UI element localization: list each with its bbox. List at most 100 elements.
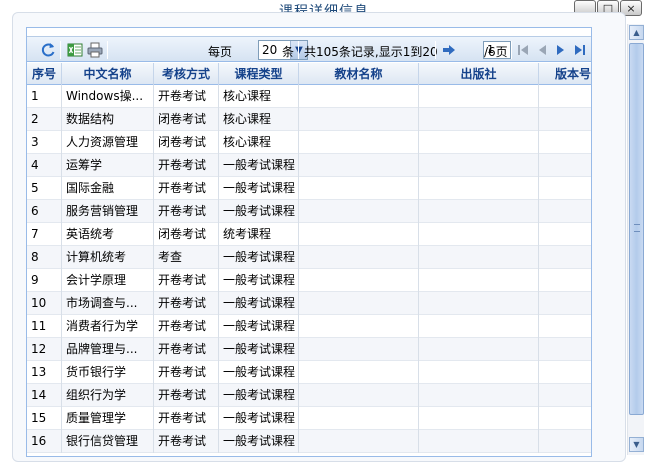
- table-row[interactable]: 4 运筹学 开卷考试 一般考试课程: [27, 154, 591, 177]
- table-cell: 4: [27, 154, 62, 177]
- column-header[interactable]: 教材名称: [299, 63, 419, 85]
- table-row[interactable]: 14 组织行为学 开卷考试 一般考试课程: [27, 384, 591, 407]
- vertical-scrollbar[interactable]: ▲ ▼: [627, 24, 644, 455]
- table-cell: 一般考试课程: [219, 292, 299, 315]
- column-header[interactable]: 出版社: [419, 63, 539, 85]
- scroll-thumb[interactable]: [629, 43, 644, 415]
- table-row[interactable]: 8 计算机统考 考查 一般考试课程: [27, 246, 591, 269]
- table-cell: [299, 246, 419, 269]
- total-pages-label: /6页: [484, 45, 508, 59]
- table-cell: 会计学原理: [62, 269, 154, 292]
- table-cell: 开卷考试: [154, 177, 219, 200]
- table-cell: 开卷考试: [154, 384, 219, 407]
- table-cell: [299, 85, 419, 108]
- table-cell: 闭卷考试: [154, 108, 219, 131]
- table-row[interactable]: 9 会计学原理 开卷考试 一般考试课程: [27, 269, 591, 292]
- table-cell: 核心课程: [219, 131, 299, 154]
- table-cell: [299, 384, 419, 407]
- table-cell: 5: [27, 177, 62, 200]
- column-header[interactable]: 考核方式: [154, 63, 219, 85]
- toolbar-separator: [107, 41, 108, 59]
- prev-page-icon[interactable]: [535, 42, 549, 58]
- table-cell: [299, 269, 419, 292]
- table-row[interactable]: 11 消费者行为学 开卷考试 一般考试课程: [27, 315, 591, 338]
- table-row[interactable]: 1 Windows操... 开卷考试 核心课程: [27, 85, 591, 108]
- table-cell: [299, 108, 419, 131]
- table-cell: 16: [27, 430, 62, 453]
- table-cell: [299, 315, 419, 338]
- column-header[interactable]: 中文名称: [62, 63, 154, 85]
- scroll-down-icon[interactable]: ▼: [629, 437, 644, 452]
- column-header[interactable]: 序号: [27, 63, 62, 85]
- table-cell: 质量管理学: [62, 407, 154, 430]
- table-cell: [539, 108, 591, 131]
- go-page-icon[interactable]: [442, 42, 456, 58]
- table-cell: [299, 407, 419, 430]
- grid-panel: 每页 20 ▼ 条 共105条记录,显示1到20 1 /6页: [26, 27, 592, 457]
- table-row[interactable]: 10 市场调查与... 开卷考试 一般考试课程: [27, 292, 591, 315]
- table-row[interactable]: 13 货币银行学 开卷考试 一般考试课程: [27, 361, 591, 384]
- export-excel-icon[interactable]: [66, 41, 84, 59]
- table-cell: 开卷考试: [154, 430, 219, 453]
- table-cell: [419, 108, 539, 131]
- table-cell: [539, 154, 591, 177]
- table-cell: 核心课程: [219, 85, 299, 108]
- table-cell: 13: [27, 361, 62, 384]
- table-cell: [539, 315, 591, 338]
- table-cell: 计算机统考: [62, 246, 154, 269]
- column-header[interactable]: 版本号: [539, 63, 591, 85]
- table-row[interactable]: 15 质量管理学 开卷考试 一般考试课程: [27, 407, 591, 430]
- table-cell: 开卷考试: [154, 292, 219, 315]
- table-header: 序号 中文名称 考核方式 课程类型 教材名称 出版社 版本号: [27, 63, 591, 85]
- table-cell: 6: [27, 200, 62, 223]
- table-cell: 开卷考试: [154, 269, 219, 292]
- table-row[interactable]: 2 数据结构 闭卷考试 核心课程: [27, 108, 591, 131]
- table-cell: 14: [27, 384, 62, 407]
- table-row[interactable]: 6 服务营销管理 开卷考试 一般考试课程: [27, 200, 591, 223]
- column-header[interactable]: 课程类型: [219, 63, 299, 85]
- table-cell: 组织行为学: [62, 384, 154, 407]
- grid-toolbar: 每页 20 ▼ 条 共105条记录,显示1到20 1 /6页: [27, 36, 591, 62]
- table-row[interactable]: 12 品牌管理与... 开卷考试 一般考试课程: [27, 338, 591, 361]
- next-page-icon[interactable]: [554, 42, 568, 58]
- table-cell: 开卷考试: [154, 338, 219, 361]
- table-row[interactable]: 5 国际金融 开卷考试 一般考试课程: [27, 177, 591, 200]
- table-cell: 9: [27, 269, 62, 292]
- print-icon[interactable]: [86, 41, 104, 59]
- table-cell: 运筹学: [62, 154, 154, 177]
- table-cell: 人力资源管理: [62, 131, 154, 154]
- table-cell: [539, 223, 591, 246]
- table-cell: [539, 200, 591, 223]
- table-cell: [419, 430, 539, 453]
- table-cell: 一般考试课程: [219, 315, 299, 338]
- table-row[interactable]: 16 银行信贷管理 开卷考试 一般考试课程: [27, 430, 591, 453]
- table-cell: 一般考试课程: [219, 407, 299, 430]
- refresh-icon[interactable]: [39, 41, 57, 59]
- table-cell: [539, 361, 591, 384]
- table-cell: [419, 246, 539, 269]
- last-page-icon[interactable]: [573, 42, 587, 58]
- table-cell: [539, 430, 591, 453]
- scroll-up-icon[interactable]: ▲: [629, 25, 644, 40]
- table-cell: [299, 177, 419, 200]
- table-cell: [419, 200, 539, 223]
- table-cell: [419, 407, 539, 430]
- table-cell: 英语统考: [62, 223, 154, 246]
- toolbar-separator: [511, 41, 512, 59]
- table-cell: 银行信贷管理: [62, 430, 154, 453]
- grip-icon: [634, 224, 640, 232]
- table-cell: 3: [27, 131, 62, 154]
- toolbar-separator: [298, 41, 299, 59]
- first-page-icon[interactable]: [516, 42, 530, 58]
- table-row[interactable]: 3 人力资源管理 闭卷考试 核心课程: [27, 131, 591, 154]
- table-row[interactable]: 7 英语统考 闭卷考试 统考课程: [27, 223, 591, 246]
- table-cell: 一般考试课程: [219, 384, 299, 407]
- table-cell: 考查: [154, 246, 219, 269]
- table-cell: [299, 338, 419, 361]
- table-cell: 一般考试课程: [219, 246, 299, 269]
- table-cell: 开卷考试: [154, 361, 219, 384]
- table-cell: 市场调查与...: [62, 292, 154, 315]
- table-cell: 一般考试课程: [219, 200, 299, 223]
- table-cell: [299, 361, 419, 384]
- table-cell: [539, 246, 591, 269]
